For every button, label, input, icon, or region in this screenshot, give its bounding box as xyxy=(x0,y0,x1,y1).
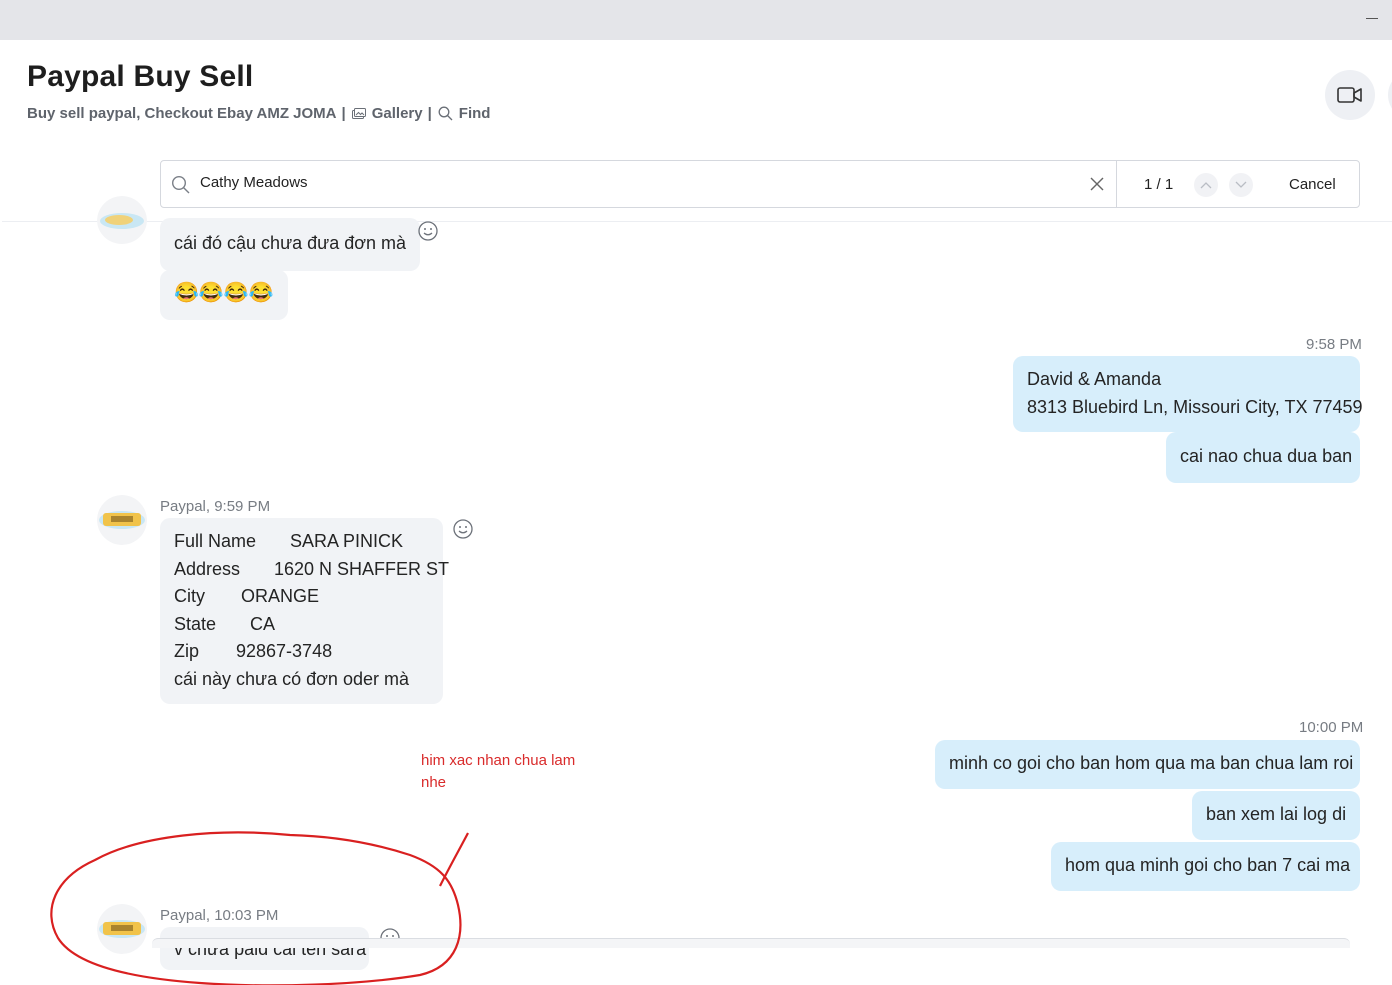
annotation-circle xyxy=(50,831,469,985)
